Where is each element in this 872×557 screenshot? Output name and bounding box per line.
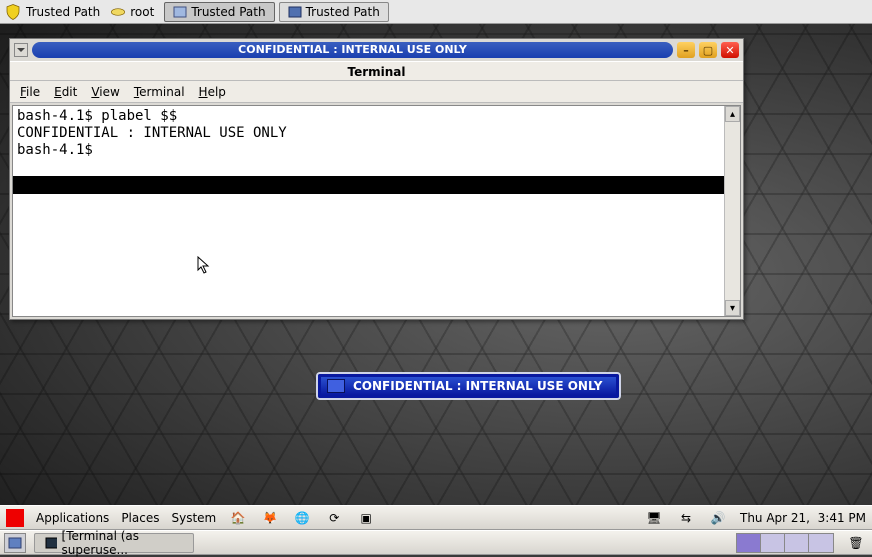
terminal-line: bash-4.1$ [17,142,720,159]
show-desktop-icon [8,537,22,549]
system-menu[interactable]: System [165,506,222,529]
task-label: Trusted Path [191,5,265,19]
volume-indicator[interactable]: 🔊 [702,506,734,529]
firefox-icon: 🦊 [260,508,280,528]
terminal-area: bash-4.1$ plabel $$ CONFIDENTIAL : INTER… [12,105,741,317]
terminal-icon [45,537,57,549]
clock-time: 3:41 PM [818,511,866,525]
task-label: Trusted Path [306,5,380,19]
menu-file[interactable]: File [20,85,40,99]
globe-icon: 🌐 [292,508,312,528]
clock[interactable]: Thu Apr 21, 3:41 PM [734,511,872,525]
close-button[interactable]: ✕ [721,42,739,58]
terminal-selection [13,176,724,194]
places-menu[interactable]: Places [115,506,165,529]
display-icon: 🖥 [644,508,664,528]
shield-icon [4,3,22,21]
terminal-line: CONFIDENTIAL : INTERNAL USE ONLY [17,125,720,142]
oracle-logo-icon [6,509,24,527]
badge-icon [327,379,345,393]
terminal-icon: ▣ [356,508,376,528]
terminal-window: CONFIDENTIAL : INTERNAL USE ONLY – ▢ ✕ T… [9,38,744,320]
scroll-up-button[interactable]: ▴ [725,106,740,122]
maximize-button[interactable]: ▢ [699,42,717,58]
trash[interactable]: 🗑 [840,531,872,554]
clock-date: Thu Apr 21, [740,511,810,525]
terminal-line: bash-4.1$ plabel $$ [17,108,720,125]
taskbar-window-button-2[interactable]: Trusted Path [279,2,389,22]
menubar: File Edit View Terminal Help [10,81,743,103]
workspace-switcher[interactable] [736,533,834,553]
top-panel: Applications Places System 🏠 🦊 🌐 ⟳ ▣ 🖥 ⇆… [0,505,872,530]
scroll-track[interactable] [725,122,740,300]
display-indicator[interactable]: 🖥 [638,506,670,529]
oracle-menu[interactable] [0,506,30,529]
applications-menu[interactable]: Applications [30,506,115,529]
home-icon: 🏠 [228,508,248,528]
firefox-launcher[interactable]: 🦊 [254,506,286,529]
workspace-3[interactable] [785,534,809,552]
network-indicator[interactable]: ⇆ [670,506,702,529]
root-user-label: root [130,5,154,19]
bottom-panel: [Terminal (as superuse... 🗑 [0,530,872,555]
terminal-launcher[interactable]: ▣ [350,506,382,529]
menu-help[interactable]: Help [199,85,226,99]
browser-launcher[interactable]: 🌐 [286,506,318,529]
disk-icon [110,6,126,18]
classification-badge[interactable]: CONFIDENTIAL : INTERNAL USE ONLY [318,374,619,398]
workspace-4[interactable] [809,534,833,552]
trusted-path-bar: Trusted Path root Trusted Path Trusted P… [0,0,872,24]
minimize-button[interactable]: – [677,42,695,58]
window-icon [173,6,187,18]
window-list-label: [Terminal (as superuse... [62,529,183,557]
workspace-1[interactable] [737,534,761,552]
window-list-item[interactable]: [Terminal (as superuse... [34,533,194,553]
refresh-icon: ⟳ [324,508,344,528]
titlebar[interactable]: CONFIDENTIAL : INTERNAL USE ONLY – ▢ ✕ [10,39,743,61]
menu-terminal[interactable]: Terminal [134,85,185,99]
window-menu-button[interactable] [14,43,28,57]
workspace-2[interactable] [761,534,785,552]
terminal-output[interactable]: bash-4.1$ plabel $$ CONFIDENTIAL : INTER… [13,106,724,316]
window-list: [Terminal (as superuse... [34,533,194,553]
home-launcher[interactable]: 🏠 [222,506,254,529]
show-desktop-button[interactable] [4,533,26,553]
menu-view[interactable]: View [91,85,119,99]
scroll-down-button[interactable]: ▾ [725,300,740,316]
speaker-icon: 🔊 [708,508,728,528]
trash-icon: 🗑 [846,533,866,553]
scrollbar[interactable]: ▴ ▾ [724,106,740,316]
window-icon [288,6,302,18]
window-security-title: CONFIDENTIAL : INTERNAL USE ONLY [32,42,673,58]
taskbar-window-button-1[interactable]: Trusted Path [164,2,274,22]
trusted-path-label: Trusted Path [26,5,100,19]
window-title: Terminal [10,61,743,81]
menu-edit[interactable]: Edit [54,85,77,99]
badge-text: CONFIDENTIAL : INTERNAL USE ONLY [353,379,602,393]
update-launcher[interactable]: ⟳ [318,506,350,529]
network-icon: ⇆ [676,508,696,528]
